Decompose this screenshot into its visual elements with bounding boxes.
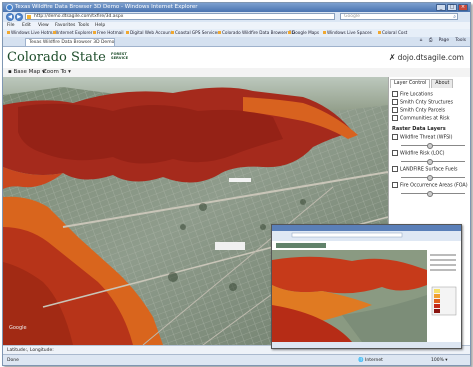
layer-checkbox[interactable]: Smith Cnty Structures — [392, 99, 453, 106]
home-icon[interactable]: ⌂ — [420, 38, 423, 43]
maximize-icon[interactable]: □ — [447, 4, 457, 11]
raster-checkbox[interactable]: Wildfire Threat (WFSI) — [392, 134, 452, 141]
favorite-link[interactable]: Google Maps — [288, 30, 319, 35]
address-row: ◀ ▶ http://demo.dtsagile.com/txfire/3d.a… — [3, 12, 470, 22]
csu-logo-sub: FOREST SERVICE — [111, 52, 129, 60]
map-corner-logo: Google — [9, 325, 27, 331]
print-icon[interactable]: ⎙ — [429, 38, 432, 43]
tab-layer-control[interactable]: Layer Control — [390, 79, 431, 88]
raster-checkbox[interactable]: LANDFIRE Surface Fuels — [392, 166, 458, 173]
layer-checkbox[interactable]: Fire Locations — [392, 91, 433, 98]
running-figure-icon: ✗ — [388, 53, 396, 62]
opacity-slider[interactable] — [401, 175, 465, 181]
address-bar[interactable]: http://demo.dtsagile.com/txfire/3d.aspx — [25, 13, 335, 20]
browser-tab[interactable]: Texas Wildfire Data Browser 3D Demo — [25, 38, 115, 46]
zoom-level[interactable]: 100% ▾ — [431, 358, 448, 363]
ie-icon — [6, 4, 13, 11]
search-input[interactable]: Google ⌕ — [340, 13, 458, 20]
browser-status-bar: Done 🌐 Internet 100% ▾ — [3, 354, 470, 365]
search-icon[interactable]: ⌕ — [453, 14, 456, 20]
internet-zone: 🌐 Internet — [358, 358, 383, 363]
title-bar: Texas Wildfire Data Browser 3D Demo - Wi… — [3, 3, 470, 12]
page-favicon-icon — [27, 15, 31, 19]
opacity-slider[interactable] — [401, 143, 465, 149]
layer-checkbox[interactable]: Smith Cnty Parcels — [392, 107, 445, 114]
tab-about[interactable]: About — [431, 79, 454, 88]
tools-menu[interactable]: Tools — [455, 38, 466, 43]
minimize-icon[interactable]: _ — [436, 4, 446, 11]
menu-tools[interactable]: Tools — [78, 23, 89, 28]
csu-logo: Colorado State — [7, 50, 106, 65]
back-icon[interactable]: ◀ — [6, 13, 14, 21]
favorite-link[interactable]: Digital Web Account — [126, 30, 172, 35]
inset-screenshot — [271, 224, 462, 349]
close-icon[interactable]: × — [458, 4, 468, 11]
raster-checkbox[interactable]: Wildfire Risk (LOC) — [392, 150, 445, 157]
search-placeholder: Google — [344, 14, 360, 19]
window-title: Texas Wildfire Data Browser 3D Demo - Wi… — [15, 4, 198, 10]
favorite-link[interactable]: Windows Live Hotmail — [7, 30, 57, 35]
menu-edit[interactable]: Edit — [22, 23, 31, 28]
menu-help[interactable]: Help — [95, 23, 105, 28]
address-url: http://demo.dtsagile.com/txfire/3d.aspx — [34, 14, 124, 19]
site-header: Colorado State FOREST SERVICE ✗ dojo.dtsa… — [3, 47, 470, 69]
favorite-link[interactable]: Free Hotmail — [93, 30, 124, 35]
opacity-slider[interactable] — [401, 191, 465, 197]
base-map-button[interactable]: ▪ Base Map ▾ — [8, 69, 45, 75]
favorites-bar: Windows Live Hotmail Internet Explorer F… — [3, 29, 470, 37]
raster-title: Raster Data Layers — [392, 126, 446, 132]
coordinates-readout: Latitude:, Longitude: — [7, 348, 54, 353]
layer-checkbox[interactable]: Communities at Risk — [392, 115, 450, 122]
tab-row: Texas Wildfire Data Browser 3D Demo ⌂ ⎙ … — [3, 37, 470, 47]
zoom-to-button[interactable]: Zoom To ▾ — [43, 69, 71, 75]
opacity-slider[interactable] — [401, 159, 465, 165]
favorite-link[interactable]: Coastal GPS Services — [171, 30, 219, 35]
favorite-link[interactable]: Internet Explorer — [53, 30, 92, 35]
favorite-link[interactable]: Windows Live Spaces — [323, 30, 372, 35]
menu-view[interactable]: View — [38, 23, 49, 28]
inset-image — [272, 225, 461, 348]
favorite-link[interactable]: Colorado Wildfire Data Browser 3D — [218, 30, 295, 35]
menu-bar: File Edit View Favorites Tools Help — [3, 22, 470, 29]
menu-favorites[interactable]: Favorites — [55, 23, 75, 28]
command-bar: ⌂ ⎙ Page Tools — [415, 38, 466, 43]
status-done: Done — [7, 358, 19, 363]
page-menu[interactable]: Page — [439, 38, 449, 43]
forward-icon[interactable]: ▶ — [15, 13, 23, 21]
raster-checkbox[interactable]: Fire Occurrence Areas (FOA) — [392, 182, 468, 189]
menu-file[interactable]: File — [7, 23, 15, 28]
favorite-link[interactable]: Coloral Cost — [378, 30, 407, 35]
dojo-logo: ✗ dojo.dtsagile.com — [388, 53, 464, 62]
